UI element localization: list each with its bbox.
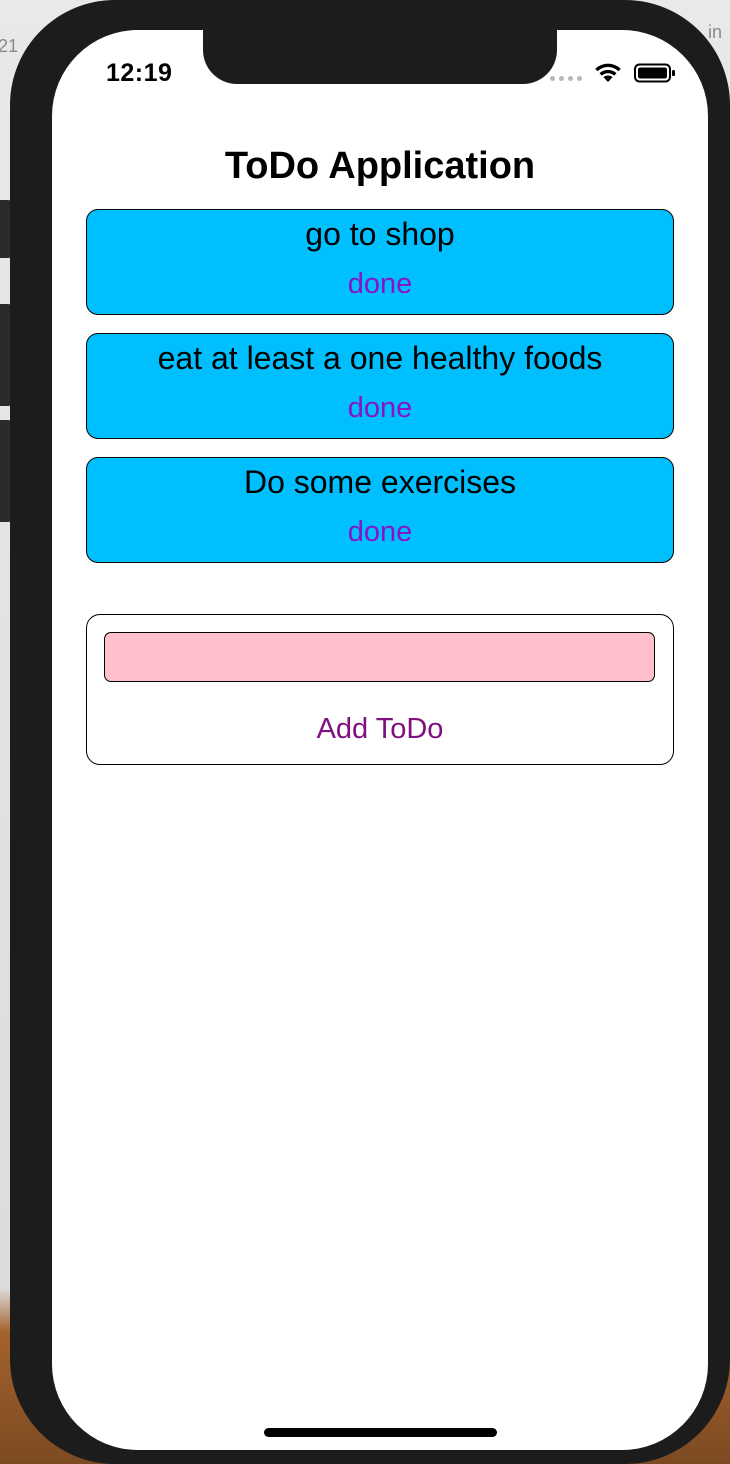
add-todo-button[interactable]: Add ToDo	[87, 713, 673, 746]
todo-text: eat at least a one healthy foods	[157, 340, 603, 376]
done-button[interactable]: done	[348, 514, 413, 550]
todo-text: Do some exercises	[243, 464, 517, 500]
signal-icon	[550, 75, 582, 81]
phone-frame: 12:19 ToDo Application go to shop done e…	[10, 0, 730, 1464]
phone-screen: 12:19 ToDo Application go to shop done e…	[52, 30, 708, 1450]
battery-icon	[634, 63, 675, 83]
todo-text: go to shop	[305, 216, 455, 252]
done-button[interactable]: done	[348, 390, 413, 426]
status-time: 12:19	[106, 59, 173, 87]
desktop-background: 21 in 12:19 ToDo Application go to shop …	[0, 0, 730, 1464]
todo-input[interactable]	[104, 632, 655, 682]
todo-list: go to shop done eat at least a one healt…	[86, 209, 674, 581]
todo-item: Do some exercises done	[86, 457, 674, 563]
todo-item: go to shop done	[86, 209, 674, 315]
app-title: ToDo Application	[224, 145, 536, 187]
home-indicator[interactable]	[264, 1428, 497, 1437]
background-fragment-left: 21	[0, 36, 19, 56]
notch	[203, 30, 557, 84]
done-button[interactable]: done	[348, 266, 413, 302]
status-icons	[550, 62, 676, 84]
wifi-icon	[595, 63, 621, 82]
add-todo-panel: Add ToDo	[86, 614, 674, 765]
background-fragment-right: in	[708, 22, 723, 42]
todo-item: eat at least a one healthy foods done	[86, 333, 674, 439]
